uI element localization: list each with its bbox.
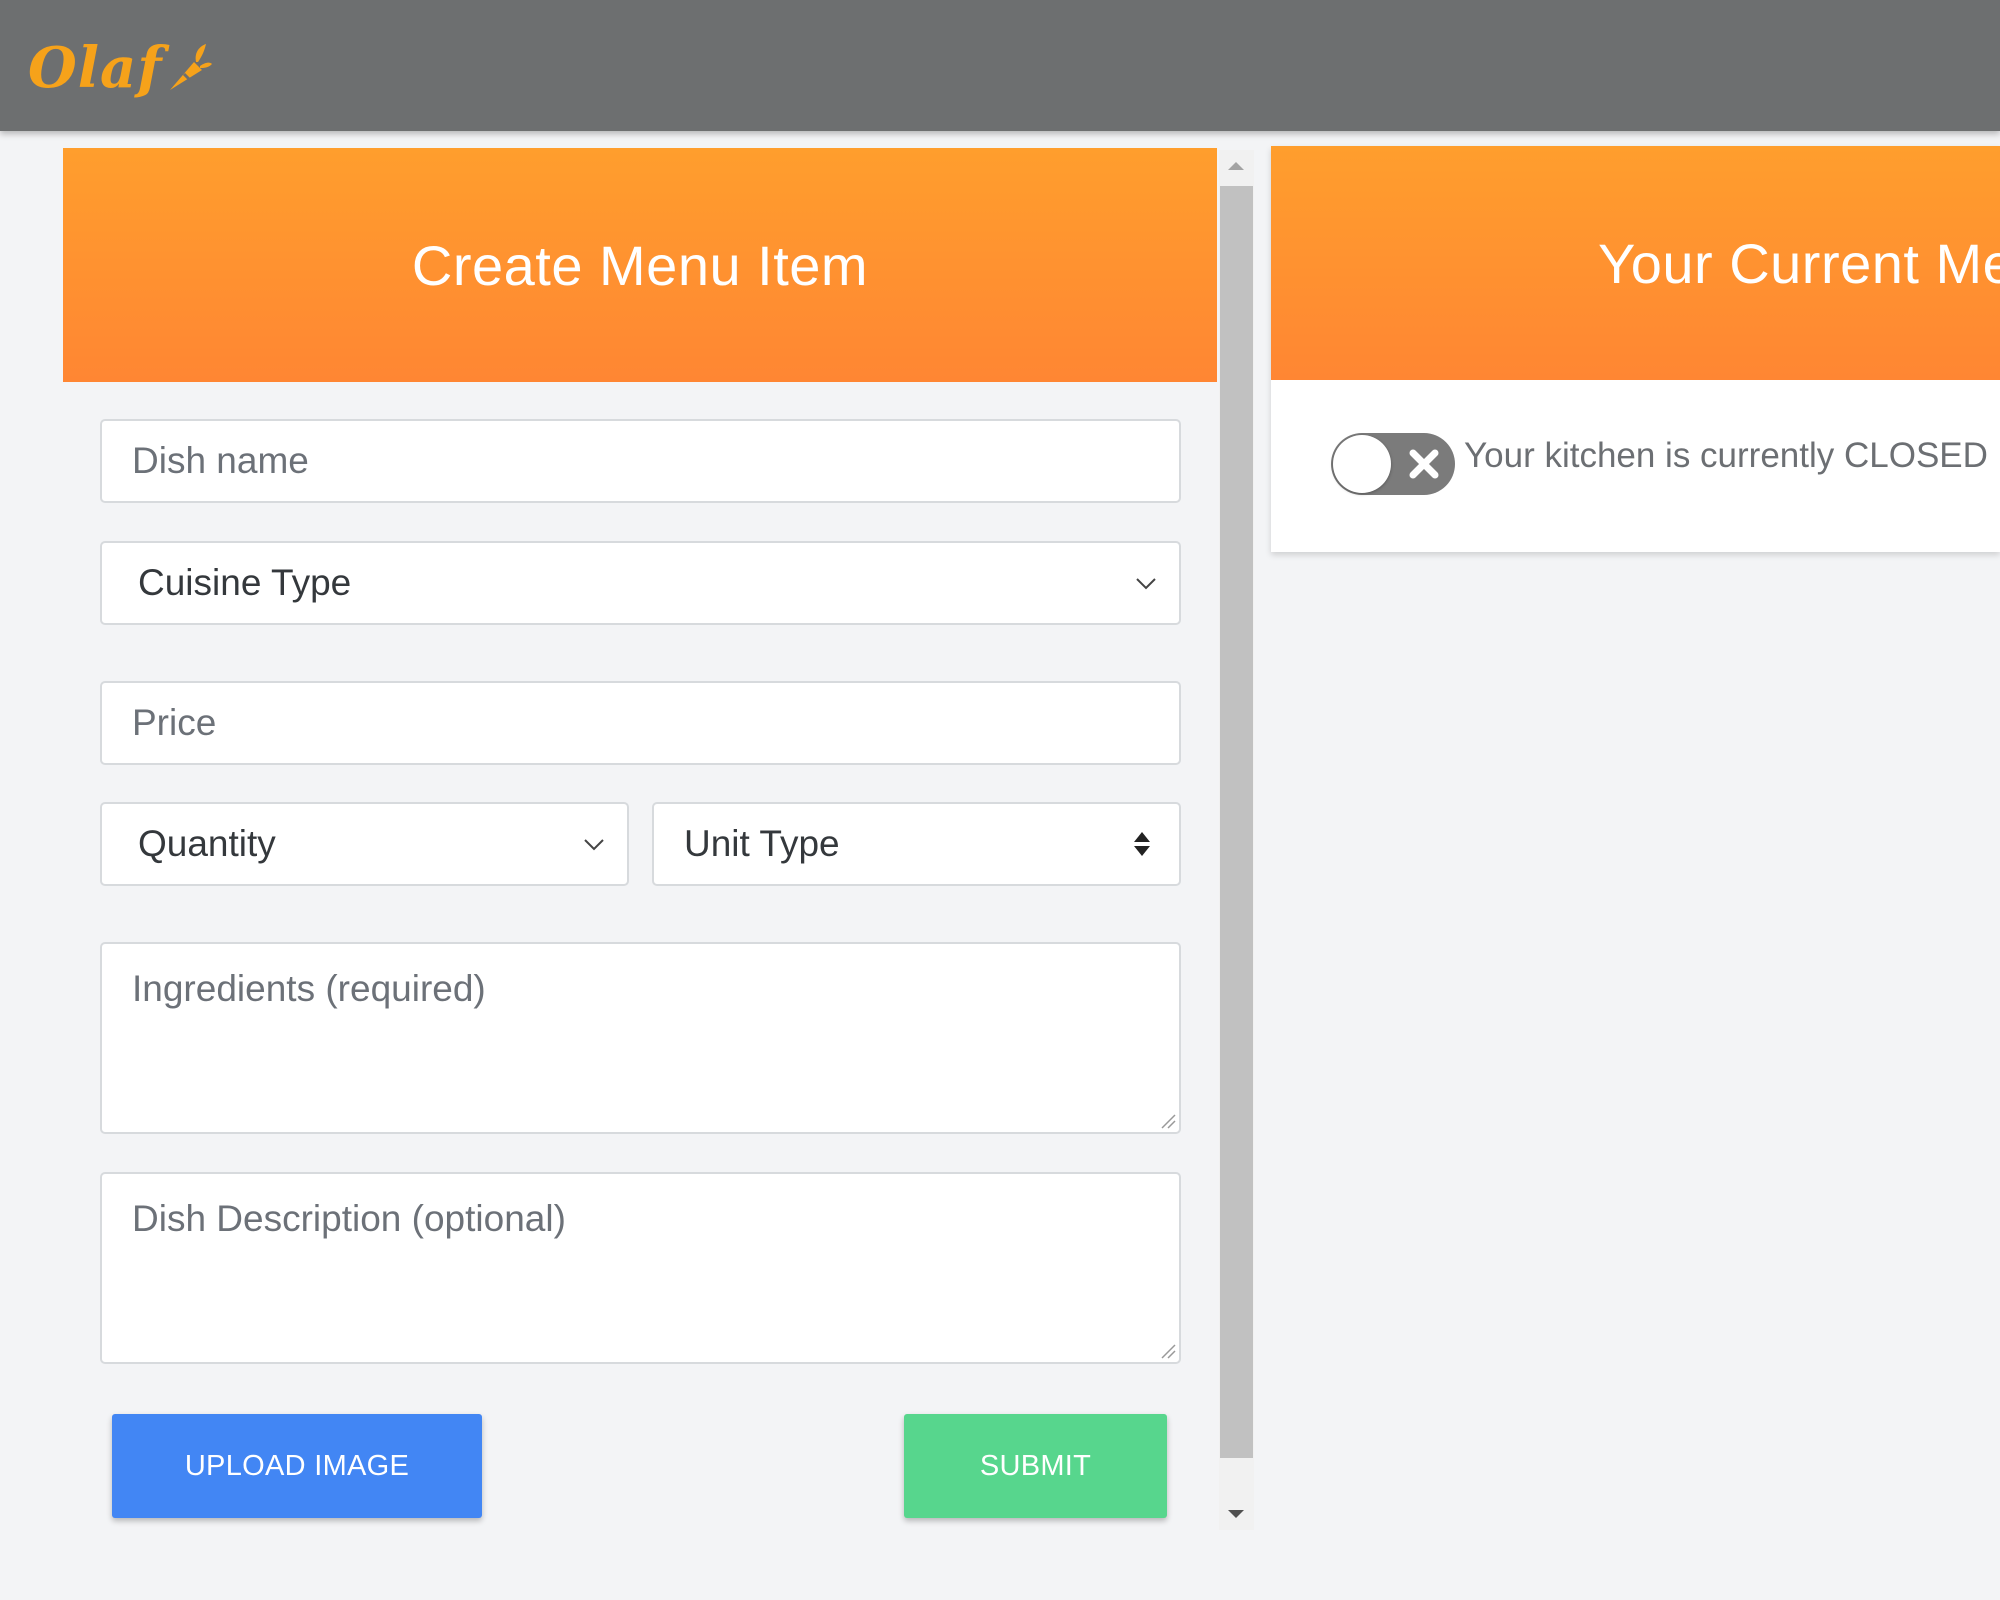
scroll-down-arrow-icon[interactable] [1227,1508,1245,1520]
submit-button[interactable]: SUBMIT [904,1414,1167,1518]
create-card-title: Create Menu Item [411,233,869,297]
resize-grip-icon[interactable] [1158,1341,1176,1359]
chevron-down-icon [584,839,604,851]
cuisine-type-value: Cuisine Type [138,562,352,603]
vertical-scrollbar[interactable] [1219,150,1254,1530]
dish-name-input[interactable] [130,439,1179,483]
close-x-icon [1409,449,1439,479]
logo-text: Olaf [28,35,163,101]
scrollbar-thumb[interactable] [1220,186,1253,1458]
sort-updown-icon [1134,832,1150,856]
olaf-logo[interactable]: Olaf [28,28,213,108]
create-menu-item-panel: Create Menu Item Cuisine Type Quantity U… [63,148,1217,1530]
ingredients-field[interactable] [100,942,1181,1136]
quantity-select[interactable]: Quantity [100,802,629,886]
upload-image-button[interactable]: UPLOAD IMAGE [112,1414,482,1518]
menu-card-header: Your Current Me [1271,146,2000,380]
kitchen-status-text: Your kitchen is currently CLOSED [1464,436,1988,475]
price-input[interactable] [130,701,1179,745]
dish-name-field[interactable] [100,419,1181,503]
carrot-icon [170,44,213,90]
quantity-value: Quantity [138,823,276,864]
create-card-header: Create Menu Item [63,148,1217,382]
menu-card-title: Your Current Me [1598,231,2000,295]
current-menu-panel: Your Current Me Your kitchen is currentl… [1271,146,2000,552]
cuisine-type-select[interactable]: Cuisine Type [100,541,1181,625]
unit-type-value: Unit Type [684,823,840,864]
description-field[interactable] [100,1172,1181,1366]
toggle-knob[interactable] [1333,435,1391,493]
kitchen-open-toggle[interactable] [1331,433,1455,495]
price-field[interactable] [100,681,1181,765]
resize-grip-icon[interactable] [1158,1111,1176,1129]
description-textarea[interactable] [130,1196,1179,1366]
top-navbar: Olaf [0,0,2000,131]
chevron-down-icon [1136,578,1156,590]
ingredients-textarea[interactable] [130,966,1179,1136]
scroll-up-arrow-icon[interactable] [1227,160,1245,172]
unit-type-select[interactable]: Unit Type [652,802,1181,886]
